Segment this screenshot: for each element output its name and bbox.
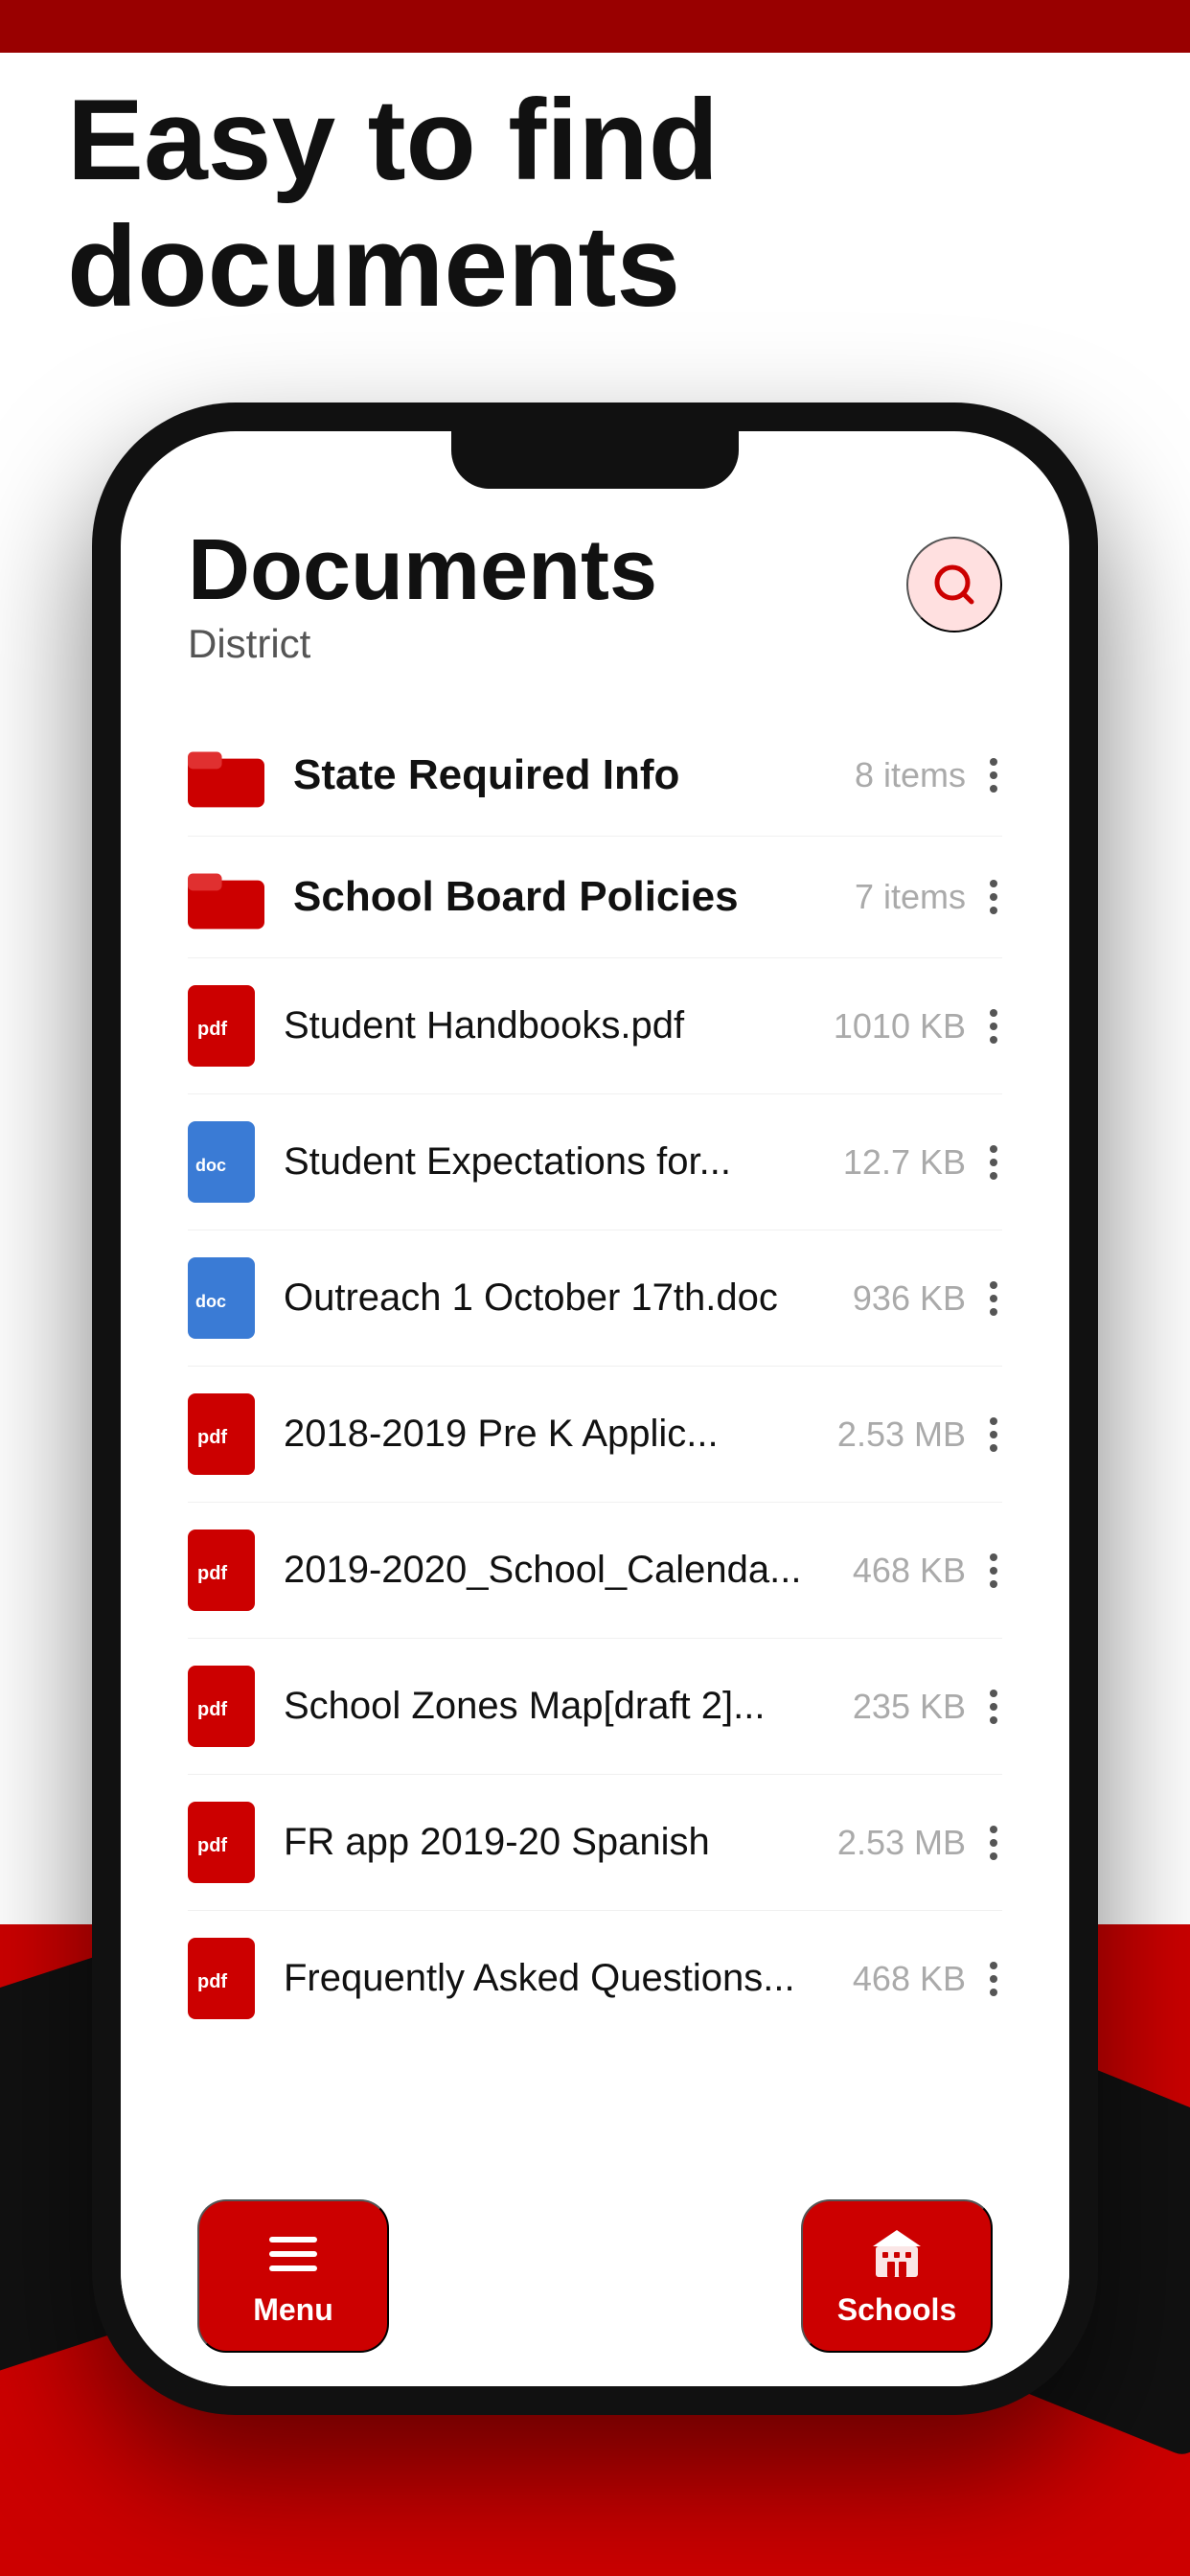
list-item[interactable]: pdf Frequently Asked Questions... 468 KB — [188, 1911, 1002, 2046]
menu-icon — [264, 2225, 322, 2283]
svg-text:pdf: pdf — [197, 1563, 227, 1584]
doc-meta: 1010 KB — [834, 1006, 966, 1046]
doc-meta: 2.53 MB — [837, 1823, 966, 1863]
doc-name: Frequently Asked Questions... — [284, 1957, 853, 2000]
svg-text:doc: doc — [195, 1292, 226, 1311]
title-group: Documents District — [188, 527, 657, 667]
svg-text:pdf: pdf — [197, 1427, 227, 1448]
doc-name: Student Expectations for... — [284, 1140, 843, 1184]
more-button[interactable] — [985, 1952, 1002, 2006]
doc-name: FR app 2019-20 Spanish — [284, 1821, 837, 1864]
phone-notch — [451, 431, 739, 489]
list-item[interactable]: doc Student Expectations for... 12.7 KB — [188, 1094, 1002, 1230]
doc-meta: 12.7 KB — [843, 1142, 966, 1183]
list-item[interactable]: pdf FR app 2019-20 Spanish 2.53 MB — [188, 1775, 1002, 1911]
doc-name: School Board Policies — [293, 873, 855, 921]
list-item[interactable]: pdf School Zones Map[draft 2]... 235 KB — [188, 1639, 1002, 1775]
doc-name: Student Handbooks.pdf — [284, 1004, 834, 1047]
doc-meta: 468 KB — [853, 1551, 966, 1591]
search-icon — [931, 562, 977, 608]
list-item[interactable]: pdf 2019-2020_School_Calenda... 468 KB — [188, 1503, 1002, 1639]
doc-name: 2019-2020_School_Calenda... — [284, 1549, 853, 1592]
screen-title: Documents — [188, 527, 657, 613]
doc-meta: 8 items — [855, 755, 966, 795]
svg-text:pdf: pdf — [197, 1835, 227, 1856]
screen-content: Documents District — [121, 431, 1069, 2195]
doc-meta: 936 KB — [853, 1278, 966, 1319]
more-button[interactable] — [985, 1272, 1002, 1325]
list-item[interactable]: School Board Policies 7 items — [188, 837, 1002, 958]
hero-section: Easy to find documents — [0, 0, 1190, 387]
doc-name: 2018-2019 Pre K Applic... — [284, 1413, 837, 1456]
list-item[interactable]: State Required Info 8 items — [188, 715, 1002, 837]
pdf-icon: pdf — [188, 985, 255, 1067]
doc-meta: 2.53 MB — [837, 1414, 966, 1455]
document-list: State Required Info 8 items — [188, 715, 1002, 2046]
screen-header: Documents District — [188, 527, 1002, 667]
pdf-icon: pdf — [188, 1530, 255, 1611]
pdf-icon: pdf — [188, 1938, 255, 2019]
menu-button[interactable]: Menu — [197, 2199, 389, 2353]
more-button[interactable] — [985, 1544, 1002, 1598]
list-item[interactable]: pdf 2018-2019 Pre K Applic... 2.53 MB — [188, 1367, 1002, 1503]
doc-meta: 235 KB — [853, 1687, 966, 1727]
more-button[interactable] — [985, 1136, 1002, 1189]
schools-label: Schools — [837, 2292, 956, 2328]
list-item[interactable]: pdf Student Handbooks.pdf 1010 KB — [188, 958, 1002, 1094]
more-button[interactable] — [985, 1000, 1002, 1053]
list-item[interactable]: doc Outreach 1 October 17th.doc 936 KB — [188, 1230, 1002, 1367]
pdf-icon: pdf — [188, 1393, 255, 1475]
doc-meta: 7 items — [855, 877, 966, 917]
hero-title: Easy to find documents — [67, 77, 1123, 330]
doc-meta: 468 KB — [853, 1959, 966, 1999]
folder-icon — [188, 742, 264, 809]
more-button[interactable] — [985, 1680, 1002, 1734]
more-button[interactable] — [985, 748, 1002, 802]
phone-frame: Documents District — [92, 402, 1098, 2415]
doc-name: Outreach 1 October 17th.doc — [284, 1276, 853, 1320]
pdf-icon: pdf — [188, 1666, 255, 1747]
svg-text:doc: doc — [195, 1156, 226, 1175]
more-button[interactable] — [985, 870, 1002, 924]
bottom-nav-bar: Menu Schools — [121, 2185, 1069, 2386]
folder-icon — [188, 863, 264, 931]
menu-label: Menu — [253, 2292, 333, 2328]
phone-mockup: Documents District — [92, 402, 1098, 2415]
phone-screen: Documents District — [121, 431, 1069, 2386]
more-button[interactable] — [985, 1816, 1002, 1870]
schools-icon — [868, 2225, 926, 2283]
screen-subtitle: District — [188, 621, 657, 667]
doc-name: School Zones Map[draft 2]... — [284, 1685, 853, 1728]
doc-icon: doc — [188, 1121, 255, 1203]
svg-text:pdf: pdf — [197, 1019, 227, 1040]
pdf-icon: pdf — [188, 1802, 255, 1883]
schools-button[interactable]: Schools — [801, 2199, 993, 2353]
more-button[interactable] — [985, 1408, 1002, 1461]
search-button[interactable] — [906, 537, 1002, 632]
svg-text:pdf: pdf — [197, 1699, 227, 1720]
doc-name: State Required Info — [293, 751, 855, 799]
doc-icon: doc — [188, 1257, 255, 1339]
svg-text:pdf: pdf — [197, 1971, 227, 1992]
